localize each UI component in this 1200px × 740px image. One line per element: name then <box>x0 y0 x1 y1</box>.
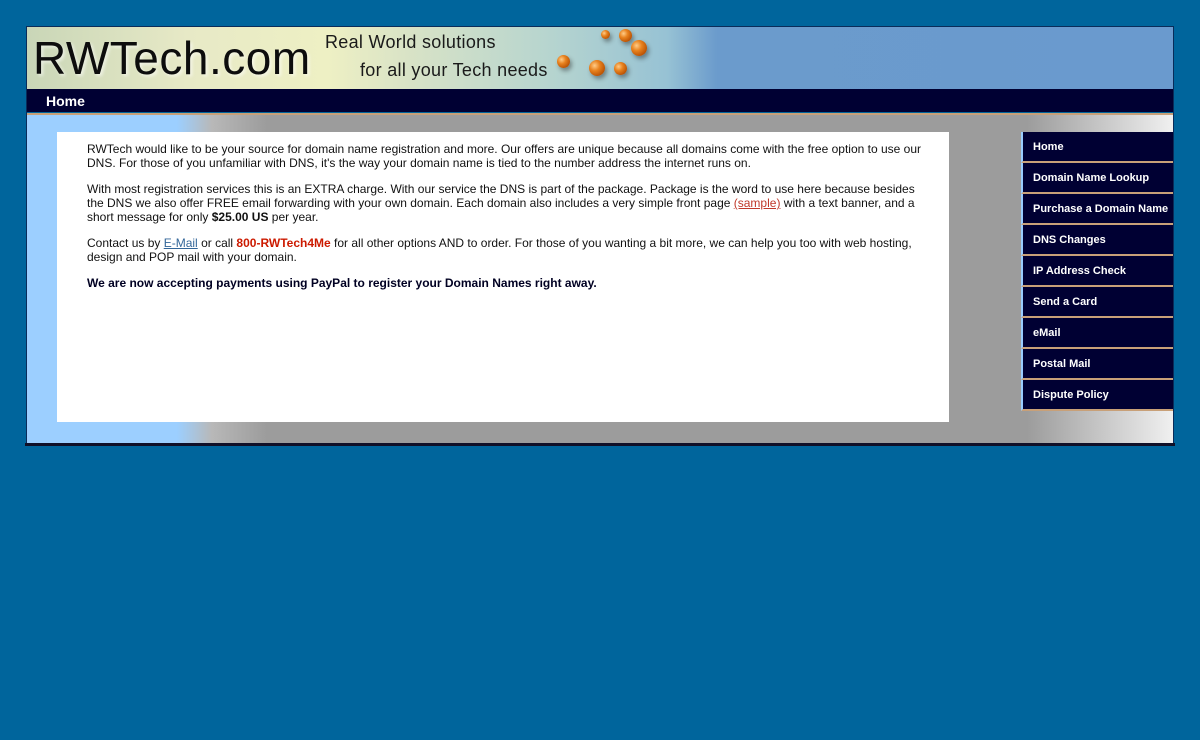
tagline-line2: for all your Tech needs <box>360 60 548 80</box>
intro-paragraph: RWTech would like to be your source for … <box>87 142 921 170</box>
sidebar-item-dns-changes[interactable]: DNS Changes <box>1021 225 1173 256</box>
bottom-border <box>25 443 1175 446</box>
sidebar-item-email[interactable]: eMail <box>1021 318 1173 349</box>
sidebar-item-send-a-card[interactable]: Send a Card <box>1021 287 1173 318</box>
site-logo[interactable]: RWTech.com <box>33 35 311 81</box>
sample-link[interactable]: (sample) <box>734 196 781 210</box>
top-nav: Home <box>27 89 1173 112</box>
email-link[interactable]: E-Mail <box>164 236 198 250</box>
sidebar-item-postal-mail[interactable]: Postal Mail <box>1021 349 1173 380</box>
contact-paragraph: Contact us by E-Mail or call 800-RWTech4… <box>87 236 912 264</box>
sidebar-nav: Home Domain Name Lookup Purchase a Domai… <box>1021 132 1173 411</box>
main-content: RWTech would like to be your source for … <box>57 132 949 422</box>
phone-number: 800-RWTech4Me <box>236 236 331 250</box>
nav-home-link[interactable]: Home <box>46 93 85 109</box>
price: $25.00 US <box>211 210 269 224</box>
body-area: RWTech would like to be your source for … <box>27 115 1173 443</box>
sidebar-item-ip-address-check[interactable]: IP Address Check <box>1021 256 1173 287</box>
sidebar-item-dispute-policy[interactable]: Dispute Policy <box>1021 380 1173 411</box>
package-paragraph: With most registration services this is … <box>87 182 915 224</box>
tagline-line1: Real World solutions <box>325 32 496 52</box>
sidebar-item-home[interactable]: Home <box>1021 132 1173 163</box>
header-banner: RWTech.com Real World solutions for all … <box>27 27 1173 89</box>
paypal-notice: We are now accepting payments using PayP… <box>87 276 597 290</box>
sidebar-item-domain-name-lookup[interactable]: Domain Name Lookup <box>1021 163 1173 194</box>
page-frame: RWTech.com Real World solutions for all … <box>26 26 1174 444</box>
sidebar-item-purchase-domain[interactable]: Purchase a Domain Name <box>1021 194 1173 225</box>
